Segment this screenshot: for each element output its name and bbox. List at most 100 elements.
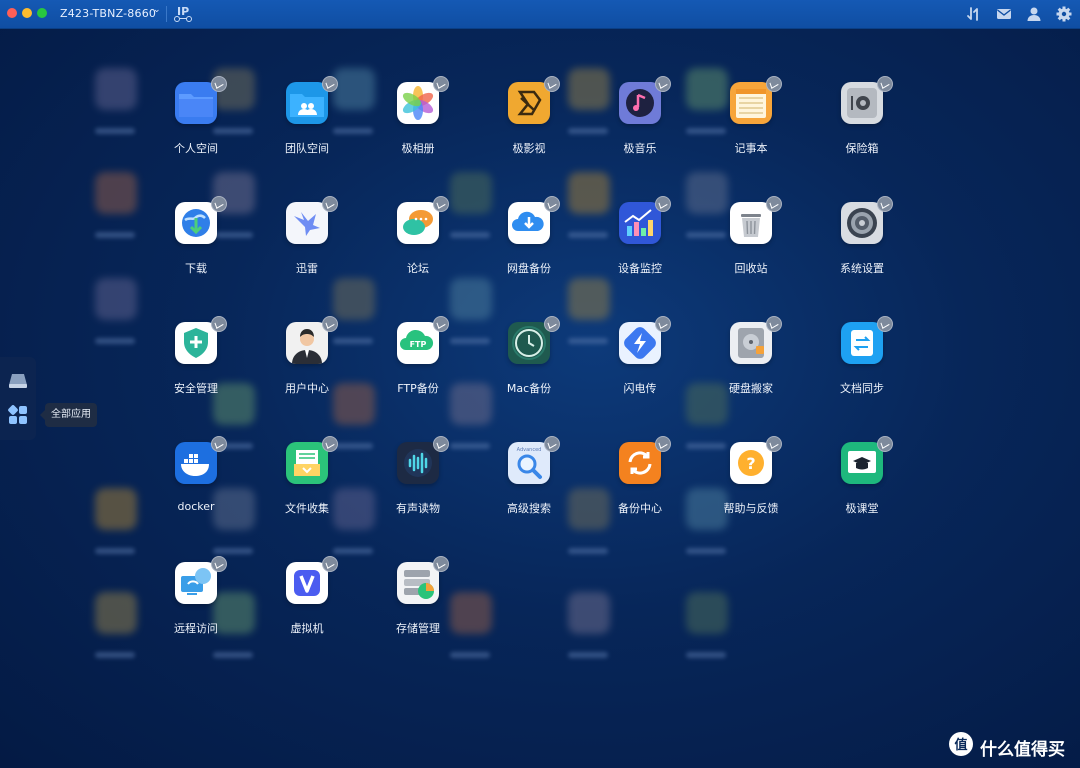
mail-icon[interactable]: [995, 5, 1013, 23]
app-tile[interactable]: Advanced 高级搜索: [483, 436, 575, 536]
app-tile[interactable]: 回收站: [705, 196, 797, 296]
minimize-window-button[interactable]: [22, 8, 32, 18]
music-icon[interactable]: [619, 82, 661, 124]
all-apps-icon[interactable]: [6, 403, 30, 427]
shortcut-badge-icon[interactable]: [322, 436, 338, 452]
shortcut-badge-icon[interactable]: [655, 196, 671, 212]
user-icon[interactable]: [1025, 5, 1043, 23]
download-icon[interactable]: [175, 202, 217, 244]
settings-icon[interactable]: [1055, 5, 1073, 23]
shortcut-badge-icon[interactable]: [322, 556, 338, 572]
shortcut-badge-icon[interactable]: [433, 76, 449, 92]
app-tile[interactable]: 论坛: [372, 196, 464, 296]
app-tile[interactable]: 团队空间: [261, 76, 353, 176]
shortcut-badge-icon[interactable]: [322, 316, 338, 332]
shortcut-badge-icon[interactable]: [766, 196, 782, 212]
docker-icon[interactable]: [175, 442, 217, 484]
shortcut-badge-icon[interactable]: [211, 316, 227, 332]
app-tile[interactable]: ? 帮助与反馈: [705, 436, 797, 536]
ip-network-icon[interactable]: IP: [174, 5, 196, 23]
flash-transfer-icon[interactable]: [619, 322, 661, 364]
shortcut-badge-icon[interactable]: [322, 76, 338, 92]
cloud-backup-icon[interactable]: [508, 202, 550, 244]
thunder-icon[interactable]: [286, 202, 328, 244]
app-tile[interactable]: 极相册: [372, 76, 464, 176]
app-tile[interactable]: 用户中心: [261, 316, 353, 416]
shortcut-badge-icon[interactable]: [655, 436, 671, 452]
app-tile[interactable]: 文档同步: [816, 316, 908, 416]
user-center-icon[interactable]: [286, 322, 328, 364]
zoom-window-button[interactable]: [37, 8, 47, 18]
shortcut-badge-icon[interactable]: [433, 436, 449, 452]
app-tile[interactable]: 记事本: [705, 76, 797, 176]
virtual-machine-icon[interactable]: [286, 562, 328, 604]
device-name[interactable]: Z423-TBNZ-8660: [60, 7, 156, 20]
close-window-button[interactable]: [7, 8, 17, 18]
photos-icon[interactable]: [397, 82, 439, 124]
transfer-icon[interactable]: [965, 5, 983, 23]
help-icon[interactable]: ?: [730, 442, 772, 484]
shortcut-badge-icon[interactable]: [877, 436, 893, 452]
classroom-icon[interactable]: [841, 442, 883, 484]
app-tile[interactable]: 设备监控: [594, 196, 686, 296]
notepad-icon[interactable]: [730, 82, 772, 124]
trash-icon[interactable]: [730, 202, 772, 244]
ftp-icon[interactable]: FTP: [397, 322, 439, 364]
app-tile[interactable]: 个人空间: [150, 76, 242, 176]
app-tile[interactable]: 有声读物: [372, 436, 464, 536]
monitor-chart-icon[interactable]: [619, 202, 661, 244]
time-machine-icon[interactable]: [508, 322, 550, 364]
app-tile[interactable]: 保险箱: [816, 76, 908, 176]
app-tile[interactable]: 远程访问: [150, 556, 242, 656]
remote-access-icon[interactable]: [175, 562, 217, 604]
folder-icon[interactable]: [175, 82, 217, 124]
shortcut-badge-icon[interactable]: [211, 76, 227, 92]
app-tile[interactable]: 极课堂: [816, 436, 908, 536]
video-icon[interactable]: [508, 82, 550, 124]
app-tile[interactable]: 安全管理: [150, 316, 242, 416]
team-folder-icon[interactable]: [286, 82, 328, 124]
shortcut-badge-icon[interactable]: [433, 196, 449, 212]
file-collect-icon[interactable]: [286, 442, 328, 484]
shortcut-badge-icon[interactable]: [322, 196, 338, 212]
app-tile[interactable]: FTP FTP备份: [372, 316, 464, 416]
app-tile[interactable]: 系统设置: [816, 196, 908, 296]
app-tile[interactable]: 存储管理: [372, 556, 464, 656]
disk-move-icon[interactable]: [730, 322, 772, 364]
chevron-down-icon[interactable]: ⌄: [153, 5, 161, 15]
shortcut-badge-icon[interactable]: [766, 316, 782, 332]
shortcut-badge-icon[interactable]: [211, 436, 227, 452]
system-settings-icon[interactable]: [841, 202, 883, 244]
doc-sync-icon[interactable]: [841, 322, 883, 364]
shield-icon[interactable]: [175, 322, 217, 364]
app-tile[interactable]: 硬盘搬家: [705, 316, 797, 416]
app-tile[interactable]: 迅雷: [261, 196, 353, 296]
app-tile[interactable]: 虚拟机: [261, 556, 353, 656]
audiobook-icon[interactable]: [397, 442, 439, 484]
app-tile[interactable]: 闪电传: [594, 316, 686, 416]
storage-manage-icon[interactable]: [397, 562, 439, 604]
shortcut-badge-icon[interactable]: [544, 196, 560, 212]
safe-icon[interactable]: [841, 82, 883, 124]
backup-center-icon[interactable]: [619, 442, 661, 484]
app-tile[interactable]: 文件收集: [261, 436, 353, 536]
app-tile[interactable]: 下载: [150, 196, 242, 296]
shortcut-badge-icon[interactable]: [544, 76, 560, 92]
shortcut-badge-icon[interactable]: [655, 76, 671, 92]
shortcut-badge-icon[interactable]: [655, 316, 671, 332]
shortcut-badge-icon[interactable]: [544, 316, 560, 332]
shortcut-badge-icon[interactable]: [211, 556, 227, 572]
shortcut-badge-icon[interactable]: [433, 316, 449, 332]
app-tile[interactable]: 极影视: [483, 76, 575, 176]
shortcut-badge-icon[interactable]: [766, 76, 782, 92]
shortcut-badge-icon[interactable]: [877, 316, 893, 332]
advanced-search-icon[interactable]: Advanced: [508, 442, 550, 484]
app-tile[interactable]: 备份中心: [594, 436, 686, 536]
app-tile[interactable]: docker: [150, 436, 242, 536]
app-tile[interactable]: Mac备份: [483, 316, 575, 416]
shortcut-badge-icon[interactable]: [211, 196, 227, 212]
shortcut-badge-icon[interactable]: [544, 436, 560, 452]
forum-icon[interactable]: [397, 202, 439, 244]
shortcut-badge-icon[interactable]: [433, 556, 449, 572]
storage-drive-icon[interactable]: [6, 369, 30, 393]
